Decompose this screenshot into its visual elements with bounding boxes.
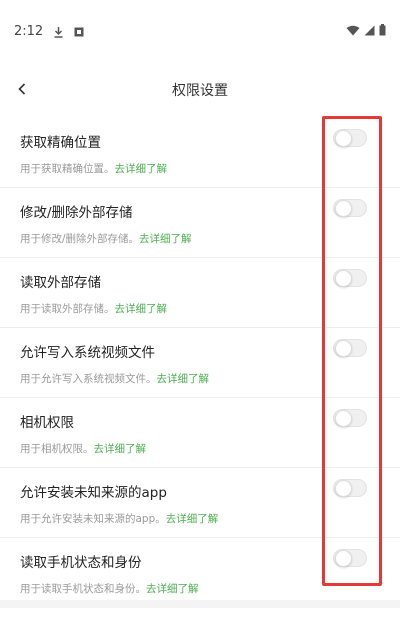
status-time: 2:12 (14, 24, 44, 39)
permission-desc: 用于读取手机状态和身份。去详细了解 (20, 581, 199, 596)
permission-desc: 用于获取精确位置。去详细了解 (20, 161, 167, 176)
status-left: 2:12 (14, 24, 84, 39)
permission-title: 允许安装未知来源的app (20, 485, 167, 501)
permission-desc: 用于允许写入系统视频文件。去详细了解 (20, 371, 209, 386)
signal-icon (364, 25, 375, 36)
battery-icon (379, 24, 386, 36)
learn-more-link[interactable]: 去详细了解 (94, 443, 147, 455)
permission-desc-text: 用于获取精确位置。 (20, 163, 115, 175)
highlight-box (322, 116, 382, 586)
learn-more-link[interactable]: 去详细了解 (115, 303, 168, 315)
learn-more-link[interactable]: 去详细了解 (115, 163, 168, 175)
permission-title: 相机权限 (20, 415, 74, 431)
download-icon (53, 26, 64, 38)
page-title: 权限设置 (172, 83, 228, 99)
status-right (346, 24, 386, 36)
permission-desc-text: 用于相机权限。 (20, 443, 94, 455)
permission-desc-text: 用于允许写入系统视频文件。 (20, 373, 157, 385)
learn-more-link[interactable]: 去详细了解 (166, 513, 219, 525)
wifi-icon (346, 25, 360, 36)
permission-desc-text: 用于读取外部存储。 (20, 303, 115, 315)
permission-title: 修改/删除外部存储 (20, 205, 133, 221)
permission-title: 读取外部存储 (20, 275, 101, 291)
learn-more-link[interactable]: 去详细了解 (146, 583, 199, 595)
permission-desc: 用于修改/删除外部存储。去详细了解 (20, 231, 192, 246)
bottom-divider (0, 600, 400, 608)
permission-desc: 用于允许安装未知来源的app。去详细了解 (20, 511, 218, 526)
chevron-left-icon (16, 81, 28, 100)
permission-title: 获取精确位置 (20, 135, 101, 151)
status-bar: 2:12 (0, 0, 400, 62)
permission-title: 读取手机状态和身份 (20, 555, 142, 571)
permission-desc-text: 用于读取手机状态和身份。 (20, 583, 146, 595)
permission-desc: 用于相机权限。去详细了解 (20, 441, 146, 456)
header: 权限设置 (0, 62, 400, 118)
record-icon (74, 27, 84, 37)
learn-more-link[interactable]: 去详细了解 (139, 233, 192, 245)
permission-desc-text: 用于允许安装未知来源的app。 (20, 513, 166, 525)
learn-more-link[interactable]: 去详细了解 (157, 373, 210, 385)
back-button[interactable] (10, 78, 34, 102)
permission-desc: 用于读取外部存储。去详细了解 (20, 301, 167, 316)
permission-desc-text: 用于修改/删除外部存储。 (20, 233, 140, 245)
permission-title: 允许写入系统视频文件 (20, 345, 155, 361)
